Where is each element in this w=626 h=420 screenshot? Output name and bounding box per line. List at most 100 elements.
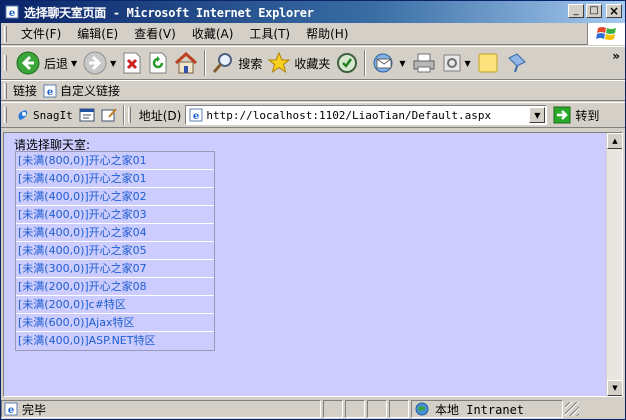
snagit-edit-button[interactable]: [98, 104, 120, 126]
scroll-up-icon[interactable]: ▲: [607, 133, 622, 149]
edit-page-icon: [443, 54, 461, 72]
stop-button[interactable]: [119, 49, 145, 77]
address-dropdown-icon[interactable]: ▼: [529, 107, 546, 123]
links-grip[interactable]: [4, 82, 7, 99]
room-link[interactable]: [未满(800,0)]开心之家01: [16, 152, 214, 170]
snagit-icon: [18, 110, 28, 120]
maximize-icon: □: [589, 5, 599, 16]
snagit-label: SnagIt: [33, 108, 73, 122]
discuss-button[interactable]: [474, 49, 502, 77]
browser-window: e 选择聊天室页面 - Microsoft Internet Explorer …: [0, 0, 626, 420]
room-link[interactable]: [未满(300,0)]开心之家07: [16, 260, 214, 278]
menu-file[interactable]: 文件(F): [13, 24, 69, 44]
capture-window-icon: [79, 108, 95, 122]
vertical-scrollbar[interactable]: ▲ ▼: [606, 133, 622, 396]
status-page-icon: e: [4, 402, 18, 416]
back-label: 后退: [44, 56, 69, 71]
menu-help[interactable]: 帮助(H): [298, 24, 356, 44]
room-link[interactable]: [未满(400,0)]ASP.NET特区: [16, 332, 214, 350]
mail-icon: [373, 53, 393, 73]
page-favicon-icon: e: [189, 108, 203, 122]
search-button[interactable]: 搜索: [209, 49, 265, 77]
forward-dropdown-icon[interactable]: ▼: [110, 59, 116, 68]
go-button[interactable]: 转到: [553, 106, 599, 124]
address-input[interactable]: e http://localhost:1102/LiaoTian/Default…: [185, 105, 548, 125]
room-link[interactable]: [未满(400,0)]开心之家02: [16, 188, 214, 206]
mail-dropdown-icon[interactable]: ▼: [399, 59, 405, 68]
window-title: 选择聊天室页面 - Microsoft Internet Explorer: [24, 5, 314, 20]
home-icon: [175, 52, 198, 74]
back-arrow-icon: [16, 51, 40, 75]
standard-toolbar: 后退 ▼ ▼ 搜索 收藏夹 ▼ ▼ »: [1, 46, 625, 80]
toolbar-overflow-chevron[interactable]: »: [612, 49, 620, 63]
room-link[interactable]: [未满(200,0)]c#特区: [16, 296, 214, 314]
toolbar-grip[interactable]: [4, 55, 7, 71]
minimize-icon: _: [573, 5, 579, 16]
snagit-capture-button[interactable]: [76, 104, 98, 126]
stop-icon: [123, 52, 141, 74]
toolbar-separator: [204, 50, 207, 76]
menu-grip[interactable]: [4, 25, 7, 42]
search-label: 搜索: [238, 56, 263, 71]
edit-button[interactable]: ▼: [439, 49, 474, 77]
room-link[interactable]: [未满(400,0)]开心之家05: [16, 242, 214, 260]
menu-edit[interactable]: 编辑(E): [69, 24, 126, 44]
status-bar: e 完毕 本地 Intranet: [1, 399, 625, 419]
forward-button[interactable]: ▼: [80, 49, 119, 77]
edit-dropdown-icon[interactable]: ▼: [465, 59, 471, 68]
go-arrow-icon: [553, 106, 571, 124]
room-link[interactable]: [未满(400,0)]开心之家03: [16, 206, 214, 224]
status-extra-pane: [389, 400, 409, 418]
mail-button[interactable]: ▼: [369, 49, 408, 77]
minimize-button[interactable]: _: [568, 4, 584, 18]
address-url: http://localhost:1102/LiaoTian/Default.a…: [206, 108, 492, 122]
room-link[interactable]: [未满(200,0)]开心之家08: [16, 278, 214, 296]
ie-page-icon: e: [4, 4, 20, 20]
home-button[interactable]: [171, 49, 201, 77]
links-bar: 链接 e 自定义链接: [1, 80, 625, 101]
status-text: 完毕: [22, 402, 47, 417]
menu-tools[interactable]: 工具(T): [241, 24, 298, 44]
status-pane: e 完毕: [1, 400, 321, 418]
maximize-button[interactable]: □: [586, 4, 602, 18]
refresh-button[interactable]: [145, 49, 171, 77]
page-content: 请选择聊天室: [未满(800,0)]开心之家01 [未满(400,0)]开心之…: [3, 132, 623, 397]
messenger-button[interactable]: [502, 49, 530, 77]
media-button[interactable]: [333, 49, 361, 77]
room-link[interactable]: [未满(400,0)]开心之家01: [16, 170, 214, 188]
media-icon: [337, 53, 358, 73]
svg-text:e: e: [47, 87, 53, 98]
menu-favorites[interactable]: 收藏(A): [184, 24, 242, 44]
forward-arrow-icon: [83, 51, 107, 75]
menu-view[interactable]: 查看(V): [126, 24, 184, 44]
address-label: 地址(D): [138, 108, 182, 123]
search-icon: [213, 53, 233, 73]
ie-link-icon: e: [43, 84, 57, 98]
custom-links-link[interactable]: e 自定义链接: [43, 82, 120, 99]
snagit-grip[interactable]: [4, 107, 7, 123]
status-progress-pane: [323, 400, 343, 418]
room-link[interactable]: [未满(600,0)]Ajax特区: [16, 314, 214, 332]
title-bar[interactable]: e 选择聊天室页面 - Microsoft Internet Explorer …: [1, 1, 625, 23]
svg-text:e: e: [9, 8, 15, 19]
go-label: 转到: [575, 108, 600, 123]
room-link[interactable]: [未满(400,0)]开心之家04: [16, 224, 214, 242]
print-button[interactable]: [409, 49, 439, 77]
printer-icon: [413, 53, 435, 73]
close-button[interactable]: ×: [606, 4, 622, 18]
close-icon: ×: [608, 4, 620, 18]
intranet-zone-icon: [415, 402, 429, 416]
snagit-button[interactable]: SnagIt: [13, 104, 76, 126]
svg-text:e: e: [193, 111, 199, 122]
back-button[interactable]: 后退 ▼: [13, 49, 80, 77]
links-label: 链接: [13, 84, 38, 98]
room-list: [未满(800,0)]开心之家01 [未满(400,0)]开心之家01 [未满(…: [15, 151, 215, 351]
messenger-icon: [507, 53, 526, 73]
favorites-button[interactable]: 收藏夹: [265, 49, 333, 77]
back-dropdown-icon[interactable]: ▼: [71, 59, 77, 68]
status-lock-pane: [345, 400, 365, 418]
address-grip[interactable]: [127, 107, 131, 123]
scroll-down-icon[interactable]: ▼: [607, 380, 622, 396]
address-toolbar: SnagIt 地址(D) e http://localhost:1102/Lia…: [1, 102, 625, 128]
resize-grip[interactable]: [565, 402, 579, 416]
